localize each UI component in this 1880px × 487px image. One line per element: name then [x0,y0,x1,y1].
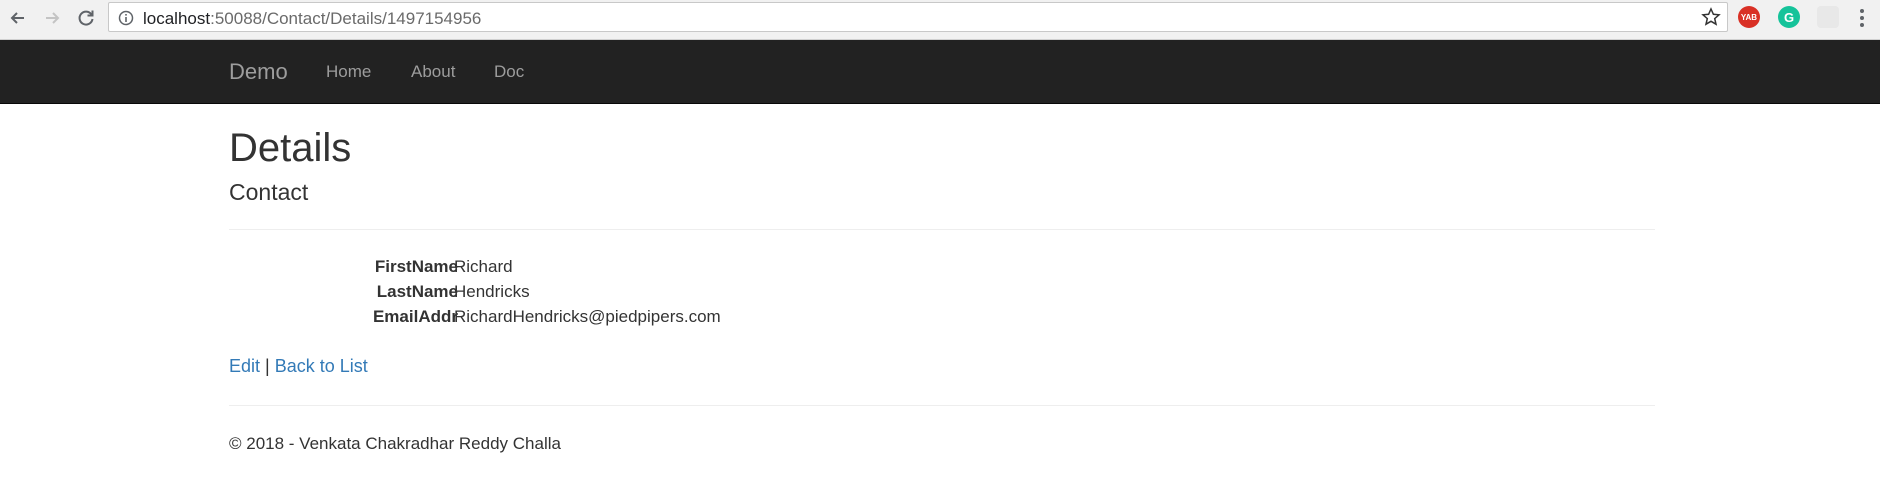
menu-icon[interactable] [1859,8,1865,33]
detail-label: EmailAddr [372,307,458,326]
detail-label: LastName [376,282,458,301]
url-text: localhost:50088/Contact/Details/14971549… [143,9,481,29]
extension-icon[interactable] [1817,6,1839,28]
detail-label: FirstName [374,257,458,276]
page-title: Details [229,126,352,170]
divider [229,405,1655,406]
detail-value: RichardHendricks@piedpipers.com [454,307,721,326]
reload-button[interactable] [72,4,100,32]
browser-toolbar: localhost:50088/Contact/Details/14971549… [0,0,1880,40]
footer-text: © 2018 - Venkata Chakradhar Reddy Challa [229,434,561,453]
back-button[interactable] [4,4,32,32]
page-subtitle: Contact [229,179,309,205]
detail-row-firstname: FirstName Richard [229,257,1029,281]
detail-value: Hendricks [454,282,530,301]
url-host: localhost [143,9,211,28]
yab-icon[interactable]: YAB [1738,6,1760,28]
back-to-list-link[interactable]: Back to List [275,356,368,376]
url-path: :50088/Contact/Details/1497154956 [210,9,482,28]
detail-row-lastname: LastName Hendricks [229,282,1029,306]
address-bar[interactable]: localhost:50088/Contact/Details/14971549… [108,2,1728,32]
separator: | [265,356,270,376]
reload-icon [78,10,94,26]
arrow-left-icon [10,12,24,24]
detail-row-emailaddr: EmailAddr RichardHendricks@piedpipers.co… [229,307,1029,331]
action-links: Edit | Back to List [229,356,368,377]
grammarly-icon[interactable]: G [1778,6,1800,28]
navbar: Demo Home About Doc [0,40,1880,104]
edit-link[interactable]: Edit [229,356,260,376]
info-icon[interactable] [118,10,134,26]
arrow-right-icon [46,12,60,24]
star-icon[interactable] [1701,7,1721,27]
nav-link-doc[interactable]: Doc [494,62,524,82]
brand-link[interactable]: Demo [229,59,288,85]
nav-link-home[interactable]: Home [326,62,371,82]
forward-button[interactable] [38,4,66,32]
nav-link-about[interactable]: About [411,62,455,82]
divider [229,229,1655,230]
detail-value: Richard [454,257,513,276]
